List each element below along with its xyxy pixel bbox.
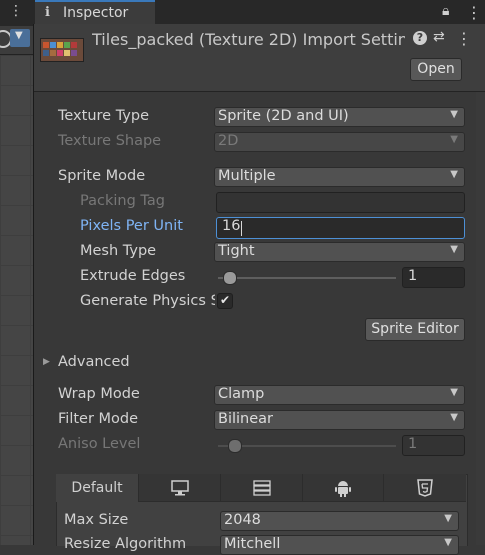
text-caret (241, 221, 242, 236)
texture-shape-value: 2D (218, 133, 239, 149)
desktop-icon (170, 480, 189, 496)
aniso-level-slider-handle (227, 439, 242, 453)
open-button[interactable]: Open (410, 58, 462, 81)
extrude-edges-slider-track[interactable] (218, 277, 396, 279)
inspector-tab-label: Inspector (63, 5, 129, 21)
mesh-type-value: Tight (218, 243, 255, 259)
extrude-edges-input[interactable]: 1 (402, 267, 465, 288)
mesh-type-dropdown[interactable]: Tight ▼ (214, 242, 465, 262)
chevron-down-icon: ▼ (450, 412, 458, 423)
extrude-edges-slider-handle[interactable] (222, 271, 237, 285)
tab-default-label: Default (71, 480, 123, 496)
texture-type-value: Sprite (2D and UI) (218, 108, 349, 124)
chevron-down-icon: ▼ (450, 387, 458, 398)
scene-dropdown-button[interactable]: ▼ (10, 29, 30, 47)
context-menu-icon[interactable]: ⋮ (456, 29, 472, 48)
extrude-edges-label: Extrude Edges (80, 268, 186, 284)
sprite-editor-button[interactable]: Sprite Editor (365, 318, 465, 341)
filter-mode-value: Bilinear (218, 411, 273, 427)
wrap-mode-value: Clamp (218, 386, 265, 402)
advanced-foldout[interactable]: ▶ Advanced (38, 354, 475, 374)
wrap-mode-dropdown[interactable]: Clamp ▼ (214, 385, 465, 405)
chevron-down-icon: ▼ (450, 244, 458, 255)
tab-android[interactable] (303, 474, 384, 502)
tab-server[interactable] (221, 474, 303, 502)
chevron-down-icon: ▼ (15, 30, 23, 41)
mesh-type-label: Mesh Type (80, 243, 157, 259)
pixels-per-unit-input[interactable]: 16 (216, 217, 465, 239)
scene-grid (0, 55, 33, 545)
wrap-mode-label: Wrap Mode (58, 386, 140, 402)
sprite-mode-dropdown[interactable]: Multiple ▼ (214, 167, 465, 187)
chevron-down-icon: ▼ (450, 134, 458, 145)
inspector-tab[interactable]: ℹ Inspector (35, 0, 155, 24)
texture-shape-label: Texture Shape (58, 133, 162, 149)
max-size-dropdown[interactable]: 2048 ▼ (220, 511, 459, 531)
aniso-level-value: 1 (408, 436, 418, 452)
texture-thumbnail (40, 38, 84, 62)
advanced-label: Advanced (58, 354, 130, 370)
generate-physics-checkbox[interactable]: ✔ (217, 293, 233, 309)
info-icon: ℹ (45, 5, 50, 20)
filter-mode-dropdown[interactable]: Bilinear ▼ (214, 410, 465, 430)
resize-algorithm-label: Resize Algorithm (64, 536, 187, 552)
aniso-level-slider-track (218, 445, 396, 447)
presets-icon[interactable]: ⇄ (433, 29, 445, 45)
server-icon (252, 480, 271, 496)
asset-title: Tiles_packed (Texture 2D) Import Setting… (92, 30, 405, 49)
pixels-per-unit-value: 16 (222, 218, 241, 234)
aniso-level-input: 1 (402, 435, 465, 456)
scene-more-icon[interactable]: ⋮ (9, 3, 23, 19)
resize-algorithm-dropdown[interactable]: Mitchell ▼ (220, 535, 459, 555)
platform-tabs: Default (56, 474, 466, 502)
max-size-value: 2048 (224, 512, 261, 528)
texture-shape-dropdown: 2D ▼ (214, 132, 465, 152)
packing-tag-label: Packing Tag (80, 193, 165, 209)
chevron-down-icon: ▼ (444, 513, 452, 524)
sprite-mode-label: Sprite Mode (58, 168, 146, 184)
generate-physics-label-clip: Generate Physics Shape (80, 293, 215, 309)
lock-icon[interactable]: 🔒︎ (442, 3, 449, 19)
html5-icon (417, 479, 433, 497)
more-icon[interactable]: ⋮ (466, 3, 482, 22)
texture-type-label: Texture Type (58, 108, 149, 124)
extrude-edges-value: 1 (408, 268, 418, 284)
tab-webgl[interactable] (384, 474, 466, 502)
aniso-level-label: Aniso Level (58, 436, 141, 452)
filter-mode-label: Filter Mode (58, 411, 139, 427)
android-icon (335, 481, 351, 497)
scene-toolbar: ▼ (0, 26, 33, 55)
tab-default[interactable]: Default (56, 474, 139, 502)
pixels-per-unit-label: Pixels Per Unit (80, 218, 183, 234)
help-icon[interactable]: ? (413, 31, 427, 45)
packing-tag-input (216, 192, 465, 213)
foldout-arrow-icon: ▶ (43, 357, 50, 367)
max-size-label: Max Size (64, 512, 129, 528)
texture-type-dropdown[interactable]: Sprite (2D and UI) ▼ (214, 107, 465, 127)
chevron-down-icon: ▼ (450, 169, 458, 180)
scene-panel-tabbar: ⋮ (0, 0, 33, 24)
inspector-scrollbar[interactable] (476, 92, 485, 545)
resize-algorithm-value: Mitchell (224, 536, 281, 552)
chevron-down-icon: ▼ (444, 537, 452, 548)
checkmark-icon: ✔ (220, 293, 231, 307)
chevron-down-icon: ▼ (450, 109, 458, 120)
tab-standalone[interactable] (139, 474, 221, 502)
sprite-mode-value: Multiple (218, 168, 276, 184)
generate-physics-label: Generate Physics Shape (80, 293, 215, 309)
